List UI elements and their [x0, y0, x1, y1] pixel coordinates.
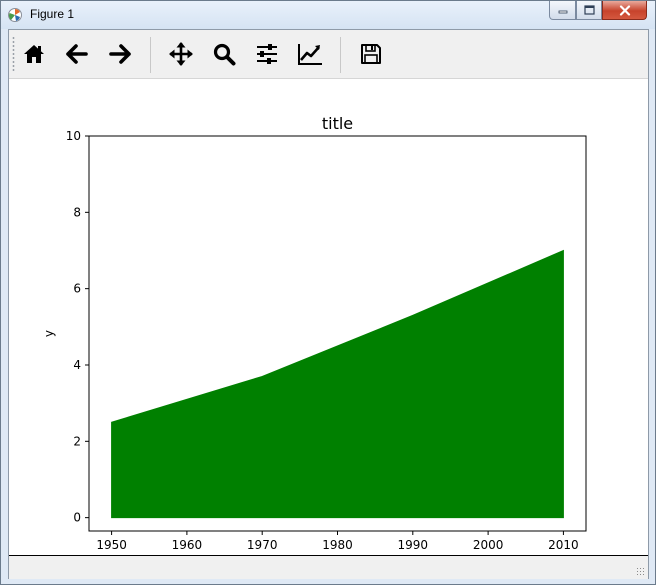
figure-client-area: 1950 1960 1970 1980 1990 2000 2010 0 2 4 6 8 10 title…	[8, 29, 649, 579]
zoom-button[interactable]	[208, 38, 240, 70]
status-bar	[9, 555, 648, 579]
toolbar-separator	[340, 37, 341, 73]
y-tick-label: 6	[73, 282, 81, 296]
y-tick-label: 2	[73, 434, 81, 448]
x-tick-label: 1960	[172, 538, 203, 552]
back-button[interactable]	[61, 38, 93, 70]
close-button[interactable]	[602, 1, 647, 20]
magnifier-icon	[213, 43, 236, 66]
area-chart: 1950 1960 1970 1980 1990 2000 2010 0 2 4 6 8 10 title…	[42, 114, 587, 568]
navigation-toolbar	[9, 30, 648, 79]
line-chart-icon	[298, 44, 322, 65]
y-tick-label: 0	[73, 511, 81, 525]
chart-title: title	[322, 114, 353, 133]
forward-button[interactable]	[104, 38, 136, 70]
floppy-disk-icon	[361, 44, 381, 64]
matplotlib-app-icon	[8, 8, 22, 22]
edit-axis-button[interactable]	[294, 38, 326, 70]
home-icon	[24, 45, 44, 63]
x-tick-label: 1970	[247, 538, 278, 552]
x-tick-label: 1990	[398, 538, 429, 552]
home-button[interactable]	[18, 38, 50, 70]
save-button[interactable]	[355, 38, 387, 70]
configure-subplots-button[interactable]	[251, 38, 283, 70]
minimize-button[interactable]	[549, 1, 576, 20]
sliders-icon	[257, 44, 277, 64]
arrow-right-icon	[109, 44, 131, 64]
maximize-icon	[583, 5, 595, 15]
x-tick-label: 1950	[96, 538, 127, 552]
close-icon	[619, 4, 630, 16]
area-fill	[111, 249, 564, 519]
move-arrows-icon	[169, 42, 193, 66]
minimize-icon	[558, 10, 567, 14]
y-tick-label: 8	[73, 205, 81, 219]
resize-grip[interactable]	[636, 567, 646, 577]
toolbar-separator	[150, 37, 151, 73]
y-tick-label: 4	[73, 358, 81, 372]
maximize-button[interactable]	[576, 1, 602, 20]
y-axis-label: y	[42, 330, 56, 337]
title-bar[interactable]: Figure 1	[1, 1, 655, 29]
x-tick-label: 1980	[322, 538, 353, 552]
y-tick-label: 10	[66, 129, 81, 143]
arrow-left-icon	[66, 44, 88, 64]
x-tick-label: 2000	[473, 538, 504, 552]
pan-button[interactable]	[165, 38, 197, 70]
toolbar-grip[interactable]	[12, 36, 15, 72]
window-title: Figure 1	[30, 7, 75, 21]
figure-window: Figure 1 1950 1960 1970 1980 1990 2000 2…	[0, 0, 656, 585]
x-tick-label: 2010	[548, 538, 579, 552]
figure-canvas[interactable]: 1950 1960 1970 1980 1990 2000 2010 0 2 4 6 8 10 title…	[9, 79, 648, 568]
